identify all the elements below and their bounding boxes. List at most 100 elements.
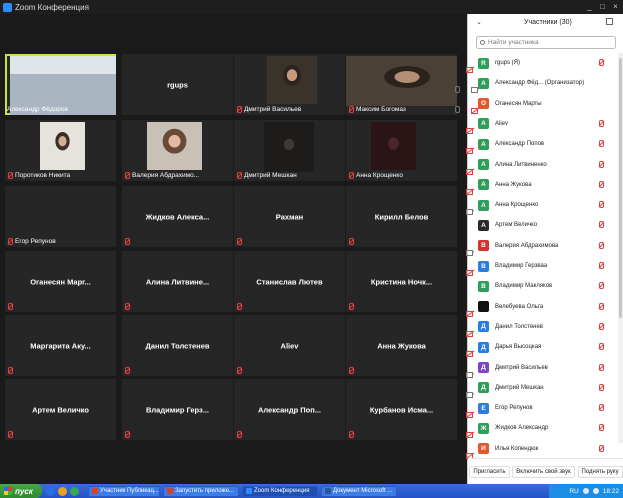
participant-name: Анна Крощенко — [495, 202, 539, 209]
participant-avatar: Д — [478, 341, 489, 353]
participant-avatar: Д — [478, 382, 489, 394]
video-tile[interactable]: Анна Жукова — [346, 315, 457, 376]
mic-muted-icon — [236, 367, 242, 374]
participant-video — [267, 56, 317, 104]
tile-name-label: Александр Фёдоров — [7, 106, 68, 113]
video-tile[interactable]: Валерия Абдрахимо... — [122, 120, 233, 181]
tile-name: Курбанов Исма... — [369, 405, 434, 414]
mic-muted-icon — [7, 367, 13, 374]
participant-row[interactable]: А Анна Жукова — [466, 175, 618, 195]
tile-name-label: Дмитрий Васильев — [236, 106, 301, 113]
mic-muted-icon — [598, 282, 604, 290]
video-tile[interactable]: Курбанов Исма... — [346, 379, 457, 440]
participant-row[interactable]: А Александр Фёд... (Организатор) — [455, 73, 618, 94]
chrome-icon[interactable] — [70, 486, 79, 496]
minimize-button[interactable]: _ — [584, 1, 595, 12]
participant-row[interactable]: Rrgups (Я) — [466, 53, 618, 73]
video-tile[interactable]: Владимир Герз... — [122, 379, 233, 440]
participant-avatar — [478, 301, 489, 313]
video-tile[interactable]: Александр Поп... — [234, 379, 345, 440]
video-tile[interactable]: Кристина Ночк... — [346, 251, 457, 312]
collapse-chevron-icon[interactable]: ⌄ — [476, 18, 482, 26]
task-label: Запустить приложе... — [175, 488, 234, 494]
participant-row[interactable]: Д Дмитрий Васильев — [466, 358, 618, 378]
taskbar-task[interactable]: Документ Microsoft ... — [321, 485, 397, 497]
tile-name: Егор Репунов — [15, 238, 56, 245]
participant-name: Велебуева Ольга — [495, 303, 544, 310]
video-tile[interactable]: Егор Репунов — [5, 186, 116, 247]
video-tile[interactable]: Анна Крощенко — [346, 120, 457, 181]
video-tile[interactable]: Оганесян Марг... — [5, 251, 116, 312]
participant-row[interactable]: О Оганесян Марты — [455, 94, 618, 114]
video-tile[interactable]: Данил Толстенев — [122, 315, 233, 376]
participant-row[interactable]: И Илья Копендюк — [466, 439, 618, 459]
tile-name-label: Валерия Абдрахимо... — [124, 172, 199, 179]
participant-row[interactable]: А Алина Литвиненко — [466, 155, 618, 175]
raise-hand-button[interactable]: Поднять руку — [577, 465, 623, 478]
camera-off-icon — [466, 350, 474, 358]
participant-list-scrollbar[interactable] — [618, 53, 623, 443]
close-button[interactable]: × — [610, 1, 621, 12]
video-tile[interactable]: Александр Фёдоров — [5, 54, 116, 115]
tile-name-label: Максим Богомаз — [348, 106, 406, 113]
participant-row[interactable]: А Артем Величко — [468, 215, 618, 235]
maximize-button[interactable]: □ — [597, 1, 608, 12]
participant-avatar: Е — [478, 402, 489, 414]
start-button[interactable]: пуск — [0, 484, 42, 498]
participant-row[interactable]: В Владимир Макляков — [468, 276, 618, 296]
tile-name: Поротиков Никита — [15, 172, 71, 179]
mic-muted-icon — [124, 431, 130, 438]
video-tile[interactable]: Станислав Лютев — [234, 251, 345, 312]
unmute-self-button[interactable]: Включить свой звук — [512, 465, 575, 478]
taskbar-task[interactable]: Запустить приложе... — [163, 485, 239, 497]
mic-muted-icon — [598, 201, 604, 209]
participant-row[interactable]: А Анна Крощенко — [466, 195, 618, 216]
mic-muted-icon — [236, 303, 242, 310]
task-app-icon — [246, 488, 252, 494]
system-tray: RU 18:22 — [549, 484, 623, 498]
video-tile[interactable]: Маргарита Аку... — [5, 315, 116, 376]
participant-search-input[interactable]: Найти участника — [476, 36, 616, 49]
participant-row[interactable]: A Aliev — [466, 114, 618, 134]
tile-name: Дмитрий Мешкан — [244, 172, 297, 179]
tile-name: Кристина Ночк... — [370, 277, 433, 286]
video-tile[interactable]: Кирилл Белов — [346, 186, 457, 247]
participant-row[interactable]: Д Данил Толстенев — [466, 317, 618, 337]
video-tile[interactable]: Артем Величко — [5, 379, 116, 440]
ie-icon[interactable] — [46, 486, 55, 496]
participant-row[interactable]: В Владимир Герзваа — [466, 256, 618, 276]
video-tile[interactable]: Дмитрий Мешкан — [234, 120, 345, 181]
browser-icon[interactable] — [58, 486, 67, 496]
participant-row[interactable]: Е Егор Репунов — [466, 398, 618, 419]
participant-row[interactable]: А Александр Попов — [466, 134, 618, 155]
video-tile[interactable]: Aliev — [234, 315, 345, 376]
video-tile[interactable]: Жидков Алекса... — [122, 186, 233, 247]
video-tile[interactable]: Алина Литвине... — [122, 251, 233, 312]
invite-button[interactable]: Пригласить — [469, 465, 510, 478]
camera-off-icon — [471, 107, 479, 114]
taskbar-task[interactable]: Zoom Конференция — [242, 485, 318, 497]
mic-muted-icon — [124, 172, 130, 179]
volume-icon[interactable] — [592, 488, 599, 494]
participant-avatar: А — [478, 138, 489, 150]
participants-panel-footer: Пригласить Включить свой звук Поднять ру… — [468, 458, 623, 484]
network-icon[interactable] — [582, 488, 589, 494]
participant-row[interactable]: В Валерия Абдрахимова — [466, 236, 618, 256]
video-tile[interactable]: Дмитрий Васильев — [234, 54, 345, 115]
video-tile[interactable]: Рахман — [234, 186, 345, 247]
video-tile[interactable]: Максим Богомаз — [346, 54, 457, 115]
taskbar-task[interactable]: Участник Публикац... — [88, 485, 160, 497]
clock: 18:22 — [602, 487, 619, 495]
window-title: Zoom Конференция — [15, 2, 89, 12]
popout-icon[interactable] — [606, 18, 613, 25]
participant-row[interactable]: Велебуева Ольга — [466, 297, 618, 317]
quick-launch — [46, 486, 79, 496]
video-tile[interactable]: Поротиков Никита — [5, 120, 116, 181]
participant-row[interactable]: Ж Жидков Александр — [466, 418, 618, 439]
participant-row[interactable]: Д Дарья Высоцкая — [466, 337, 618, 358]
video-tile[interactable]: rgups — [122, 54, 233, 115]
camera-off-icon — [466, 147, 474, 155]
participant-row[interactable]: Д Дмитрий Мешкан — [466, 378, 618, 398]
language-indicator[interactable]: RU — [569, 488, 578, 495]
participant-avatar: А — [478, 159, 489, 170]
